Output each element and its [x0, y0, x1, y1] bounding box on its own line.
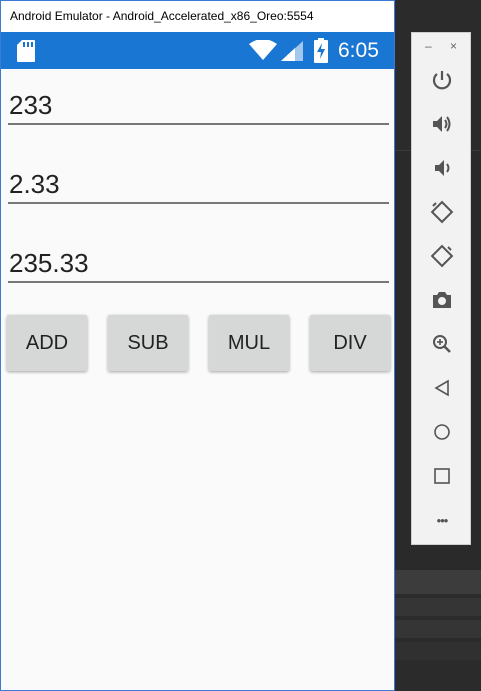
- window-title: Android Emulator - Android_Accelerated_x…: [1, 1, 394, 32]
- desktop-panel-strip: [395, 620, 481, 638]
- desktop-panel-strip: [395, 598, 481, 616]
- battery-charging-icon: [314, 38, 328, 68]
- emulator-window: Android Emulator - Android_Accelerated_x…: [0, 0, 395, 691]
- overview-icon[interactable]: [429, 463, 455, 489]
- desktop-panel-strip: [395, 642, 481, 660]
- close-button[interactable]: ×: [450, 39, 457, 53]
- home-icon[interactable]: [429, 419, 455, 445]
- sd-card-icon: [16, 39, 36, 68]
- minimize-button[interactable]: –: [425, 39, 432, 53]
- wifi-icon: [249, 39, 277, 65]
- rotate-right-icon[interactable]: [429, 243, 455, 269]
- result-field[interactable]: 235.33: [8, 243, 389, 283]
- android-status-bar: 6:05: [1, 32, 394, 69]
- more-icon[interactable]: •••: [429, 507, 455, 533]
- status-clock: 6:05: [338, 39, 379, 62]
- signal-icon: [281, 41, 303, 66]
- power-icon[interactable]: [429, 67, 455, 93]
- camera-icon[interactable]: [429, 287, 455, 313]
- back-icon[interactable]: [429, 375, 455, 401]
- volume-down-icon[interactable]: [429, 155, 455, 181]
- zoom-icon[interactable]: [429, 331, 455, 357]
- app-content: 233 2.33 235.33 ADD SUB MUL DIV: [1, 69, 394, 690]
- rotate-left-icon[interactable]: [429, 199, 455, 225]
- sub-button[interactable]: SUB: [108, 315, 188, 371]
- add-button[interactable]: ADD: [7, 315, 87, 371]
- volume-up-icon[interactable]: [429, 111, 455, 137]
- desktop-panel-strip: [395, 570, 481, 594]
- first-number-field[interactable]: 233: [8, 85, 389, 125]
- mul-button[interactable]: MUL: [209, 315, 289, 371]
- second-number-field[interactable]: 2.33: [8, 164, 389, 204]
- emulator-toolbar: – × •••: [411, 32, 471, 545]
- div-button[interactable]: DIV: [310, 315, 390, 371]
